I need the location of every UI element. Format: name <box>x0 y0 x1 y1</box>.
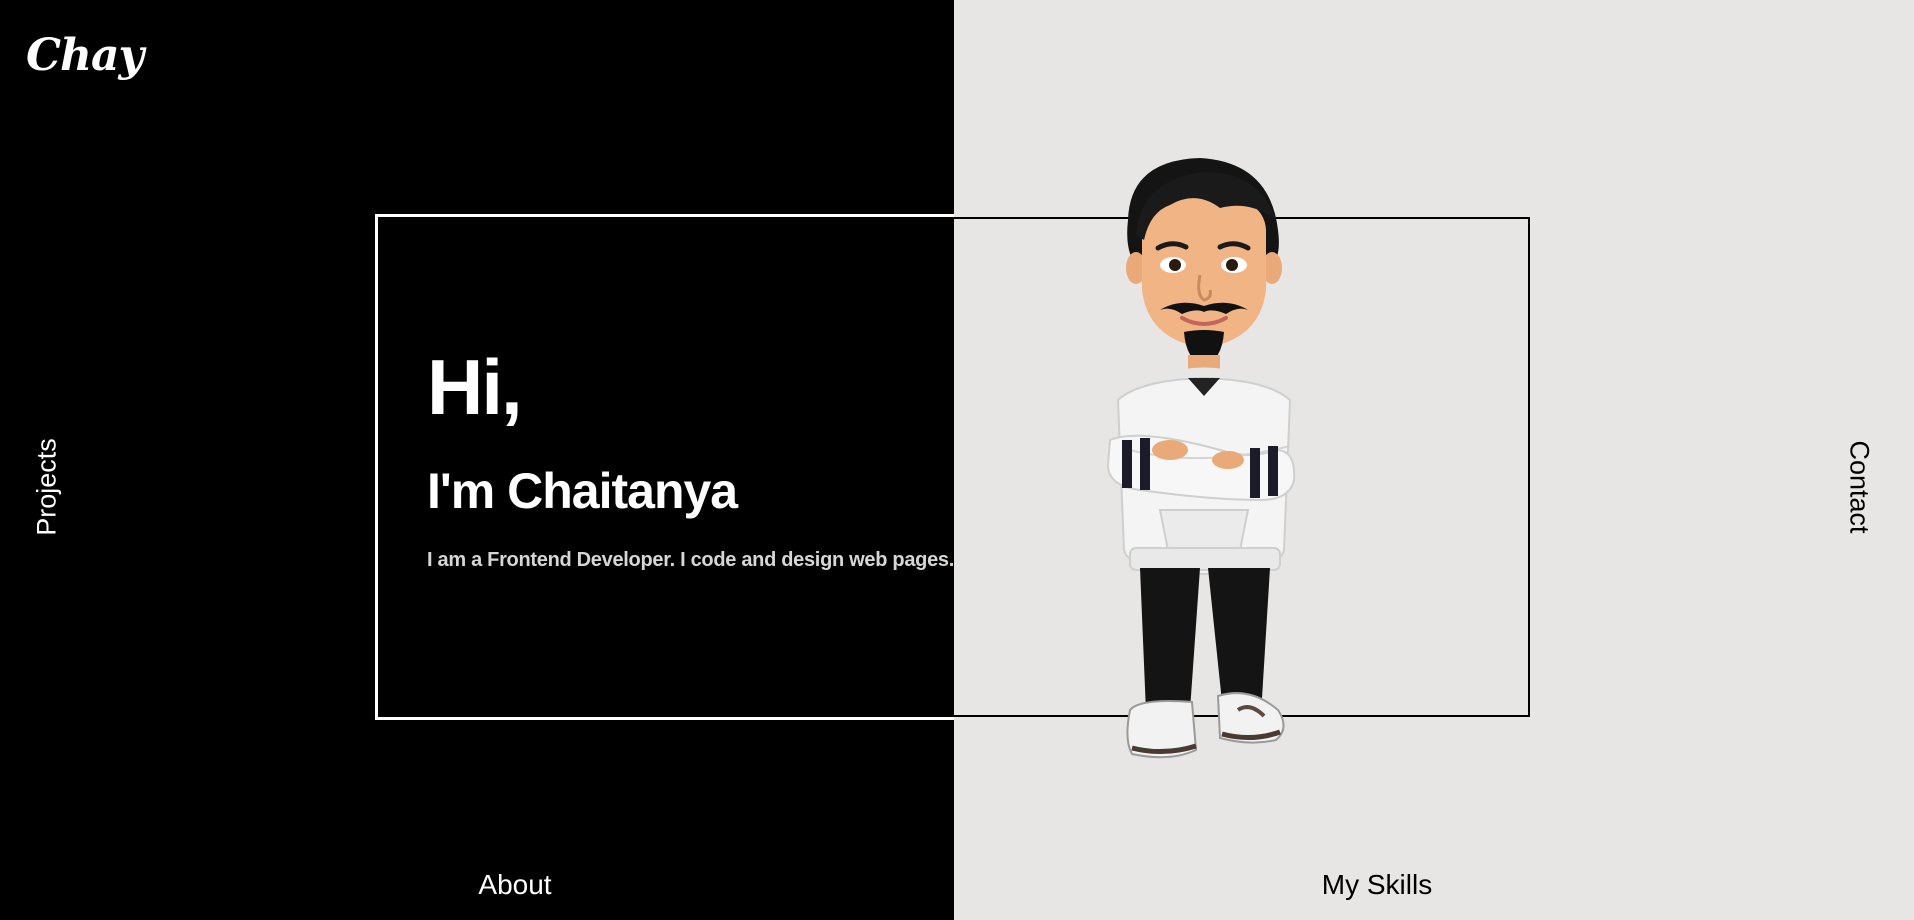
nav-about-link[interactable]: About <box>478 869 551 901</box>
hero-name: I'm Chaitanya <box>427 463 738 519</box>
nav-skills-link[interactable]: My Skills <box>1322 869 1432 901</box>
nav-contact-link[interactable]: Contact <box>1844 440 1875 533</box>
nav-projects-link[interactable]: Projects <box>32 438 63 536</box>
hero-greeting: Hi, <box>427 343 523 431</box>
site-logo[interactable]: Chay <box>26 30 144 81</box>
hero-tagline: I am a Frontend Developer. I code and de… <box>427 549 954 571</box>
avatar-illustration-icon <box>1106 158 1296 759</box>
